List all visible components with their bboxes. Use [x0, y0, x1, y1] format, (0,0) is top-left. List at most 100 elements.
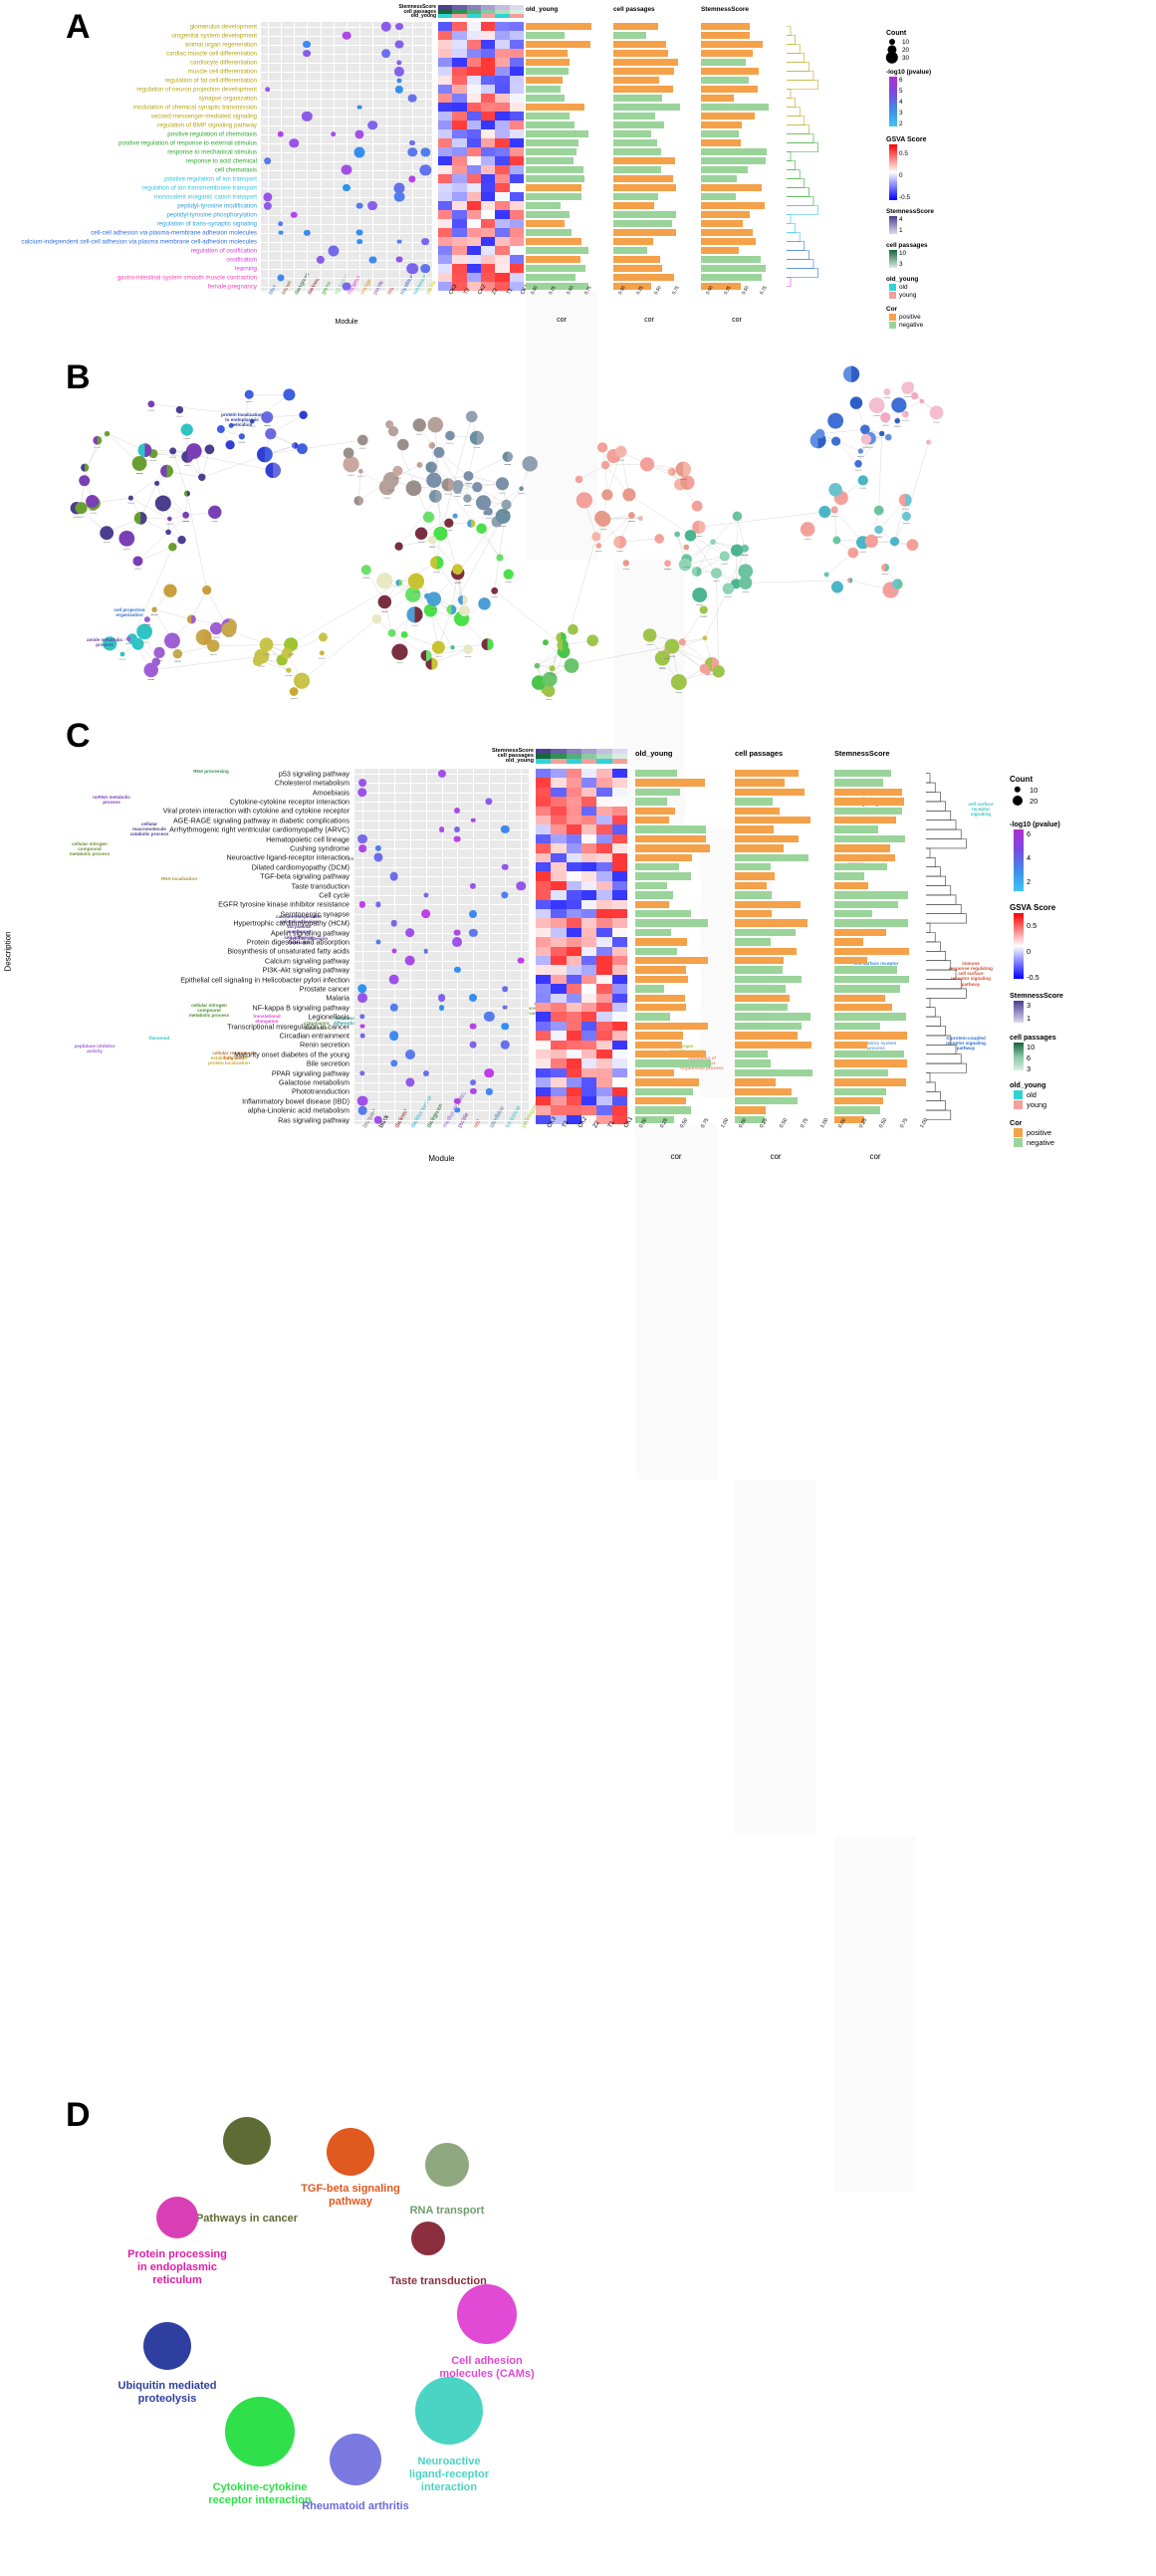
panel-b-node-label: •••••••• [600, 529, 607, 532]
panel-c-bar [635, 1051, 706, 1058]
panel-c-bar [635, 770, 677, 778]
panel-c-bar [834, 1106, 881, 1114]
panel-b-node [691, 500, 703, 512]
panel-d-node [411, 2222, 445, 2255]
panel-a-heat-cell [495, 210, 510, 219]
panel-a-heat-cell [495, 58, 510, 67]
panel-b-node-label: •••••••• [465, 483, 472, 486]
panel-b-node [79, 475, 91, 487]
panel-a-dot [263, 156, 272, 165]
panel-a-heat-cell [495, 201, 510, 210]
panel-b-node-label: •••••••• [184, 464, 191, 467]
panel-a-heat-cell [438, 228, 453, 237]
panel-b-node [889, 537, 900, 547]
panel-b-node-label: •••••••• [742, 554, 749, 557]
grid-v [521, 769, 522, 1125]
panel-b-node [732, 511, 743, 522]
panel-a-bar [613, 211, 676, 218]
panel-b-node [614, 445, 627, 458]
panel-a-heat-cell [438, 210, 453, 219]
panel-a-heat-cell [438, 183, 453, 192]
panel-c-bar [834, 966, 897, 974]
grid-h [354, 960, 529, 962]
panel-b-node [857, 475, 868, 486]
panel-a-heat-cell [509, 49, 524, 58]
panel-c-bar [635, 928, 671, 937]
panel-a-heat-cell [452, 67, 467, 76]
panel-b-node-label: •••••••• [90, 512, 97, 515]
panel-a-heat-cell [466, 201, 481, 210]
panel-c-dot [470, 1078, 477, 1085]
panel-b-node-half [696, 567, 702, 577]
panel-c-legend-passages-tick: 6 [1027, 1054, 1032, 1062]
panel-c-annot-cell [596, 759, 612, 764]
panel-c-heat-cell [551, 1040, 567, 1050]
panel-b-node-half [303, 410, 308, 419]
panel-b-node [426, 591, 441, 606]
panel-b-node-label: •••••••• [149, 460, 156, 463]
panel-b-node-label: •••••••• [381, 610, 388, 613]
panel-a-bar [613, 157, 675, 164]
panel-b-node-label: •••••••• [143, 624, 150, 627]
panel-c-pathway-label: Circadian entrainment [279, 1031, 349, 1041]
panel-a-legend-pvalue-tick: 6 [899, 77, 903, 84]
panel-c-heat-cell [536, 956, 552, 966]
grid-h [261, 142, 432, 144]
panel-c-heat-cell [566, 965, 581, 975]
panel-c-bar [635, 910, 692, 918]
panel-b-node-label: •••••••• [182, 520, 189, 523]
panel-a-heat-cell [466, 129, 481, 138]
grid-h [261, 277, 432, 279]
panel-c-heat-cell [551, 899, 567, 909]
panel-a-dot [395, 22, 403, 31]
panel-c-bar [735, 807, 780, 815]
panel-b-node-label: •••••••• [646, 643, 653, 646]
panel-a-term-label: regulation of neuron projection developm… [136, 86, 257, 93]
panel-a-xaxis-title: Module [335, 319, 358, 326]
panel-c-bar [834, 1059, 907, 1067]
panel-c-heat-cell [536, 946, 552, 956]
panel-c-legend-pvalue-tick: 2 [1027, 877, 1032, 886]
panel-c-heat-cell [596, 909, 612, 919]
panel-b-node [377, 594, 392, 609]
panel-c-pathway-label: Dilated cardiomyopathy (DCM) [251, 862, 349, 872]
panel-c-dot [391, 948, 397, 954]
panel-a-term-label: cardiac muscle cell differentiation [165, 50, 257, 57]
grid-v [473, 769, 474, 1125]
panel-a-heat-cell [481, 129, 496, 138]
panel-d-node-label: Cytokine-cytokine receptor interaction [208, 2481, 312, 2507]
panel-b-node-half [97, 435, 103, 445]
panel-c-pathway-label: EGFR tyrosine kinase inhibitor resistanc… [218, 899, 349, 909]
panel-a-heat-cell [452, 183, 467, 192]
panel-a-legend-count-dot [889, 39, 895, 45]
panel-c-heat-cell [536, 1003, 552, 1013]
panel-c-bar [635, 975, 688, 984]
grid-h [261, 160, 432, 162]
panel-c-dot [357, 787, 367, 798]
panel-b-node [894, 417, 901, 424]
panel-c-pathway-label: Phototransduction [292, 1086, 349, 1096]
panel-c-pathway-label: Transcriptional misregulation in cancer [227, 1022, 349, 1031]
panel-a-cor-axis-title: cor [557, 317, 567, 324]
panel-a-term-label: synapse organization [198, 95, 257, 102]
panel-a-bar [526, 95, 566, 102]
panel-c-heat-cell [566, 1040, 581, 1050]
panel-c-heat-cell [536, 1058, 552, 1068]
panel-c-bar-bg [635, 1124, 717, 1481]
panel-a-bar [701, 256, 762, 263]
panel-c-bar [834, 891, 908, 899]
panel-b-node-half [322, 650, 325, 656]
panel-c-heat-cell [596, 843, 612, 853]
panel-a-heat-cell [452, 58, 467, 67]
panel-b-node [543, 684, 556, 698]
panel-c-correlation-bars: old_young 0.00 0.25 0.50 0.75 1.00 cor cell pas… [0, 749, 1156, 2192]
panel-c-dot [469, 1041, 477, 1049]
panel-b-node [910, 392, 919, 400]
panel-c-legend-count-label: 10 [1030, 786, 1039, 795]
panel-b-node [654, 534, 665, 544]
panel-a-heat-cell [452, 255, 467, 264]
panel-c-bar [735, 1097, 798, 1105]
panel-b-node [100, 526, 115, 541]
panel-c-bar [735, 817, 810, 824]
panel-b-node [452, 564, 463, 576]
